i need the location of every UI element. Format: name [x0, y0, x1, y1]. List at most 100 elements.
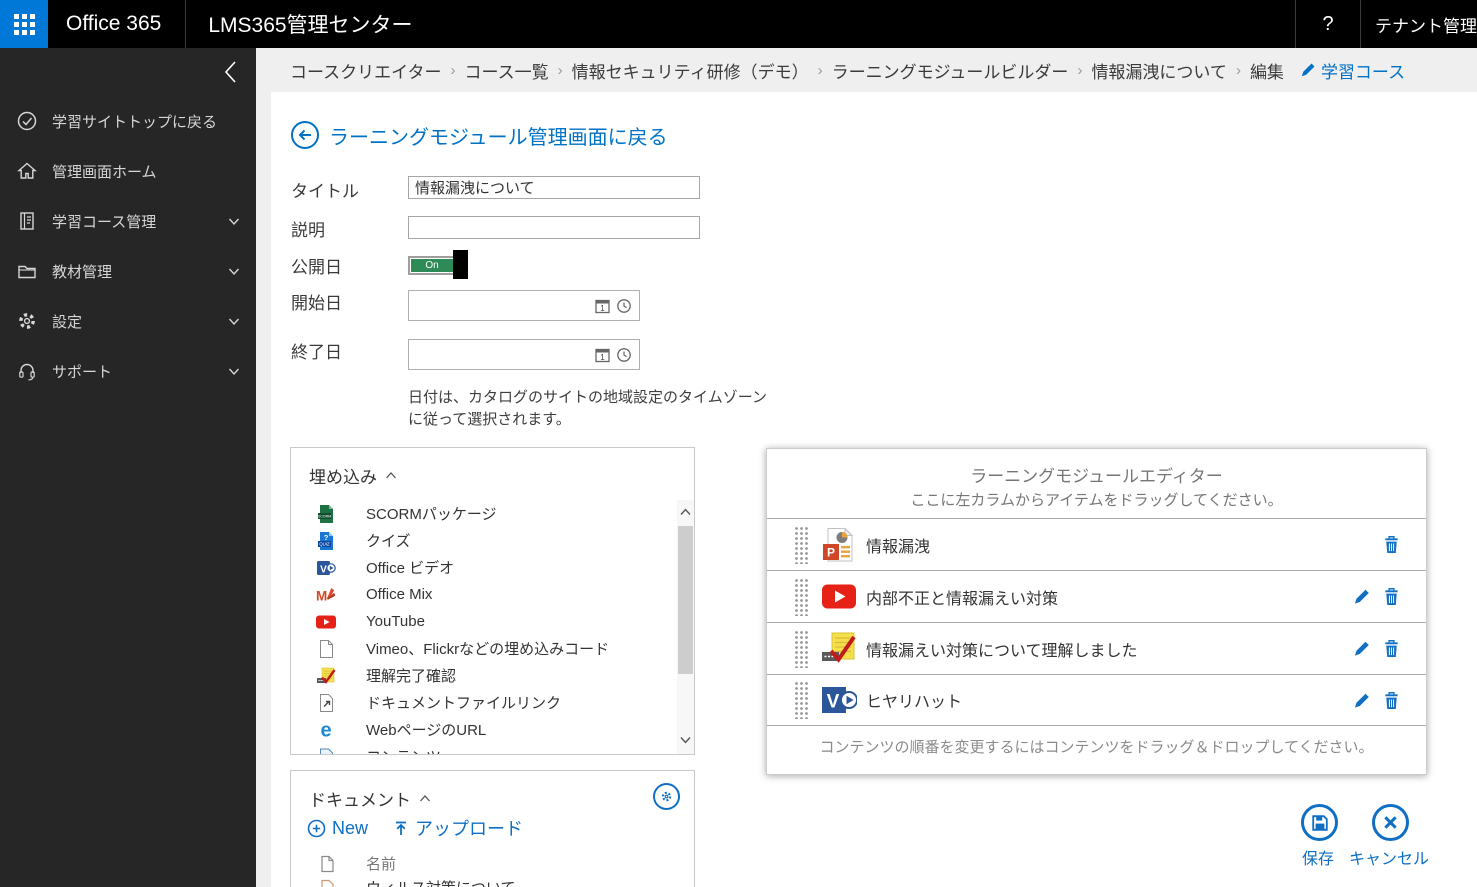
youtube-icon: [821, 579, 857, 615]
embed-item-web-url[interactable]: e WebページのURL: [291, 716, 677, 743]
embed-item-scorm[interactable]: SCORM SCORMパッケージ: [291, 500, 677, 527]
delete-button[interactable]: [1383, 691, 1400, 710]
left-gutter: [256, 92, 271, 887]
svg-text:V: V: [320, 564, 327, 575]
app-launcher-icon[interactable]: [0, 0, 48, 48]
svg-text:SCORM: SCORM: [318, 514, 331, 518]
embed-item-confirm[interactable]: 理解完了確認: [291, 662, 677, 689]
embed-item-embed-code[interactable]: Vimeo、Flickrなどの埋め込みコード: [291, 635, 677, 662]
breadcrumb-separator: ›: [450, 61, 456, 79]
embed-panel: 埋め込み SCORM SCORMパッケージ ? QUIZ クイズ V Office: [290, 447, 695, 755]
document-panel-header[interactable]: ドキュメント: [291, 771, 694, 811]
trash-icon: [1385, 536, 1398, 553]
sidebar-item-admin-home[interactable]: 管理画面ホーム: [0, 146, 256, 196]
breadcrumb-course[interactable]: 情報セキュリティ研修（デモ）: [572, 58, 809, 83]
document-row[interactable]: P ウィルス対策について: [319, 877, 516, 887]
title-input[interactable]: [408, 176, 700, 199]
chevron-down-icon: [228, 363, 240, 380]
completion-check-icon: [821, 631, 857, 667]
upload-button-label: アップロード: [415, 819, 524, 839]
edit-button[interactable]: [1353, 640, 1370, 657]
calendar-icon[interactable]: 1: [595, 298, 611, 314]
svg-text:P: P: [827, 545, 835, 559]
edge-browser-icon: e: [316, 720, 336, 740]
delete-button[interactable]: [1383, 587, 1400, 606]
completion-check-icon: [316, 666, 336, 686]
edit-button[interactable]: [1353, 692, 1370, 709]
embed-item-content[interactable]: コンテンツ: [291, 743, 677, 754]
embed-panel-title: 埋め込み: [309, 468, 377, 487]
cancel-button-label[interactable]: キャンセル: [1332, 845, 1446, 869]
clock-icon[interactable]: [616, 347, 632, 363]
edit-button[interactable]: [1353, 588, 1370, 605]
publish-toggle[interactable]: On: [408, 250, 472, 282]
upload-icon: [396, 821, 407, 835]
pencil-icon: [1354, 589, 1369, 604]
drag-handle-icon[interactable]: [794, 629, 808, 668]
editor-item-row[interactable]: P 情報漏洩: [767, 518, 1426, 570]
scroll-down-icon[interactable]: [679, 732, 692, 750]
save-button[interactable]: [1301, 804, 1338, 841]
start-date-input[interactable]: 1: [408, 290, 640, 321]
sidebar-item-settings[interactable]: 設定: [0, 296, 256, 346]
clock-icon[interactable]: [616, 298, 632, 314]
end-date-input[interactable]: 1: [408, 339, 640, 370]
editor-title: ラーニングモジュールエディター: [970, 467, 1223, 486]
description-label: 説明: [291, 221, 325, 240]
chevron-left-icon: [224, 61, 236, 83]
embed-item-youtube[interactable]: YouTube: [291, 608, 677, 635]
title-label: タイトル: [291, 182, 359, 201]
breadcrumb-course-creator[interactable]: コースクリエイター: [290, 58, 441, 83]
toggle-track: On: [408, 256, 456, 275]
editor-item-row[interactable]: V ヒヤリハット: [767, 674, 1426, 726]
editor-item-row[interactable]: 内部不正と情報漏えい対策: [767, 570, 1426, 622]
embed-panel-header[interactable]: 埋め込み: [291, 448, 694, 488]
sidebar-collapse-button[interactable]: [0, 48, 256, 96]
embed-item-office-video[interactable]: V Office ビデオ: [291, 554, 677, 581]
sidebar-item-material-management[interactable]: 教材管理: [0, 246, 256, 296]
embed-scrollbar[interactable]: [677, 500, 694, 754]
help-button[interactable]: ?: [1296, 0, 1360, 48]
toggle-handle[interactable]: [453, 250, 468, 279]
upload-button[interactable]: アップロード: [393, 815, 523, 841]
cancel-button[interactable]: [1372, 804, 1409, 841]
drag-handle-icon[interactable]: [794, 577, 808, 616]
office365-brand[interactable]: Office 365: [48, 12, 185, 36]
powerpoint-file-icon: P: [320, 879, 334, 887]
breadcrumb-module[interactable]: 情報漏洩について: [1091, 58, 1227, 83]
breadcrumb-module-builder[interactable]: ラーニングモジュールビルダー: [832, 58, 1069, 83]
scroll-up-icon[interactable]: [679, 504, 692, 522]
sidebar-item-back-to-learning-site[interactable]: 学習サイトトップに戻る: [0, 96, 256, 146]
embed-item-quiz[interactable]: ? QUIZ クイズ: [291, 527, 677, 554]
embed-item-label: ドキュメントファイルリンク: [366, 695, 562, 712]
description-input[interactable]: [408, 216, 700, 239]
learning-module-editor-panel: ラーニングモジュールエディター ここに左カラムからアイテムをドラッグしてください…: [766, 448, 1427, 775]
delete-button[interactable]: [1383, 535, 1400, 554]
editor-item-label: 内部不正と情報漏えい対策: [866, 590, 1059, 608]
gear-icon: [16, 310, 38, 332]
office-video-icon: V: [821, 682, 857, 718]
editor-item-label: ヒヤリハット: [866, 694, 963, 711]
breadcrumb-separator: ›: [817, 61, 823, 79]
start-date-label: 開始日: [291, 294, 342, 313]
chevron-down-icon: [228, 313, 240, 330]
sidebar-item-course-management[interactable]: 学習コース管理: [0, 196, 256, 246]
embed-item-office-mix[interactable]: M Office Mix: [291, 581, 677, 608]
end-date-label: 終了日: [291, 343, 342, 362]
scrollbar-thumb[interactable]: [678, 526, 693, 674]
plus-circle-icon: [307, 819, 326, 837]
embed-item-doc-link[interactable]: ドキュメントファイルリンク: [291, 689, 677, 716]
edit-course-link[interactable]: 学習コース: [1300, 58, 1405, 83]
drag-handle-icon[interactable]: [794, 681, 808, 719]
drag-handle-icon[interactable]: [794, 525, 808, 564]
calendar-icon[interactable]: 1: [595, 347, 611, 363]
back-to-module-admin-link[interactable]: ラーニングモジュール管理画面に戻る: [290, 120, 668, 150]
document-settings-gear-button[interactable]: [653, 783, 680, 810]
new-document-button[interactable]: New: [307, 818, 368, 839]
breadcrumb-course-list[interactable]: コース一覧: [464, 58, 548, 83]
document-name-column-header[interactable]: 名前: [319, 853, 396, 874]
delete-button[interactable]: [1383, 639, 1400, 658]
tenant-admin-link[interactable]: テナント管理: [1361, 12, 1477, 37]
editor-item-row[interactable]: 情報漏えい対策について理解しました: [767, 622, 1426, 674]
sidebar-item-support[interactable]: サポート: [0, 346, 256, 396]
